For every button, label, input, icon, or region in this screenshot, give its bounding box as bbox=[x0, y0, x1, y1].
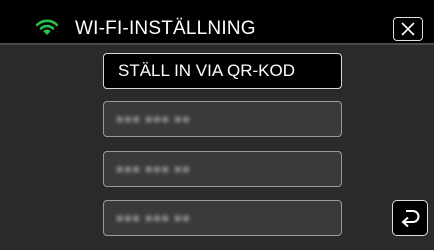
set-via-qr-code-label: STÄLL IN VIA QR-KOD bbox=[118, 61, 295, 80]
set-via-qr-code-button[interactable]: STÄLL IN VIA QR-KOD bbox=[103, 53, 342, 89]
back-button[interactable] bbox=[392, 200, 428, 236]
header-bar: WI-FI-INSTÄLLNING bbox=[0, 0, 434, 43]
saved-network-item-3[interactable]: ■■■ ■■■ ■■ bbox=[103, 200, 342, 236]
saved-network-label-3: ■■■ ■■■ ■■ bbox=[116, 211, 191, 225]
page-title: WI-FI-INSTÄLLNING bbox=[75, 18, 256, 39]
saved-network-label-1: ■■■ ■■■ ■■ bbox=[116, 112, 191, 126]
saved-network-label-2: ■■■ ■■■ ■■ bbox=[116, 162, 191, 176]
saved-network-item-2[interactable]: ■■■ ■■■ ■■ bbox=[103, 151, 342, 187]
wifi-settings-screen: WI-FI-INSTÄLLNING STÄLL IN VIA QR-KOD ■■… bbox=[0, 0, 434, 250]
saved-network-item-1[interactable]: ■■■ ■■■ ■■ bbox=[103, 101, 342, 137]
close-button[interactable] bbox=[393, 17, 423, 41]
wifi-icon bbox=[35, 18, 59, 36]
